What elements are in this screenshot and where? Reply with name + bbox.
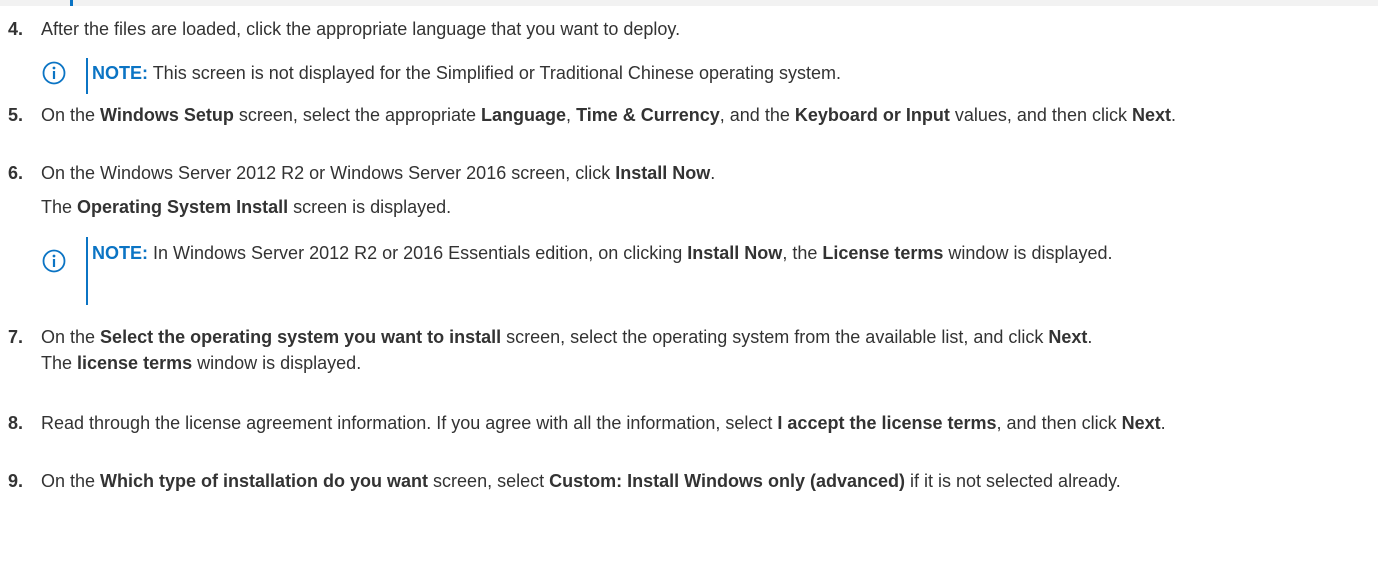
step-number: 7. [8, 327, 24, 347]
note-text: In Windows Server 2012 R2 or 2016 Essent… [153, 243, 1113, 263]
note-bar [86, 58, 88, 94]
step-text: Read through the license agreement infor… [41, 413, 1166, 433]
step-4: 4. After the files are loaded, click the… [8, 16, 1378, 42]
note-box: NOTE: In Windows Server 2012 R2 or 2016 … [42, 237, 1372, 305]
step-6: 6. On the Windows Server 2012 R2 or Wind… [8, 160, 1378, 220]
step-number: 5. [8, 105, 24, 125]
step-text: On the Windows Server 2012 R2 or Windows… [41, 163, 716, 183]
note-rule [70, 0, 73, 6]
note-label: NOTE: [92, 243, 148, 263]
step-9: 9. On the Which type of installation do … [8, 468, 1378, 494]
previous-section-bar [0, 0, 1378, 6]
note-box: NOTE: This screen is not displayed for t… [42, 58, 1372, 94]
info-circle-icon [42, 249, 66, 273]
step-text: After the files are loaded, click the ap… [41, 19, 681, 39]
step-number: 8. [8, 413, 24, 433]
step-8: 8. Read through the license agreement in… [8, 410, 1378, 436]
note-bar [86, 237, 88, 305]
step-7: 7. On the Select the operating system yo… [8, 324, 1378, 376]
note-text: This screen is not displayed for the Sim… [152, 63, 842, 83]
note-label: NOTE: [92, 63, 148, 83]
step-number: 9. [8, 471, 24, 491]
step-5: 5. On the Windows Setup screen, select t… [8, 102, 1378, 128]
step-text: On the Windows Setup screen, select the … [41, 105, 1176, 125]
step-text: On the Which type of installation do you… [41, 471, 1121, 491]
step-number: 6. [8, 163, 24, 183]
info-circle-icon [42, 61, 66, 85]
step-text: On the Select the operating system you w… [41, 327, 1093, 347]
step-result: The Operating System Install screen is d… [41, 197, 452, 217]
step-number: 4. [8, 19, 24, 39]
step-result: The license terms window is displayed. [41, 353, 362, 373]
